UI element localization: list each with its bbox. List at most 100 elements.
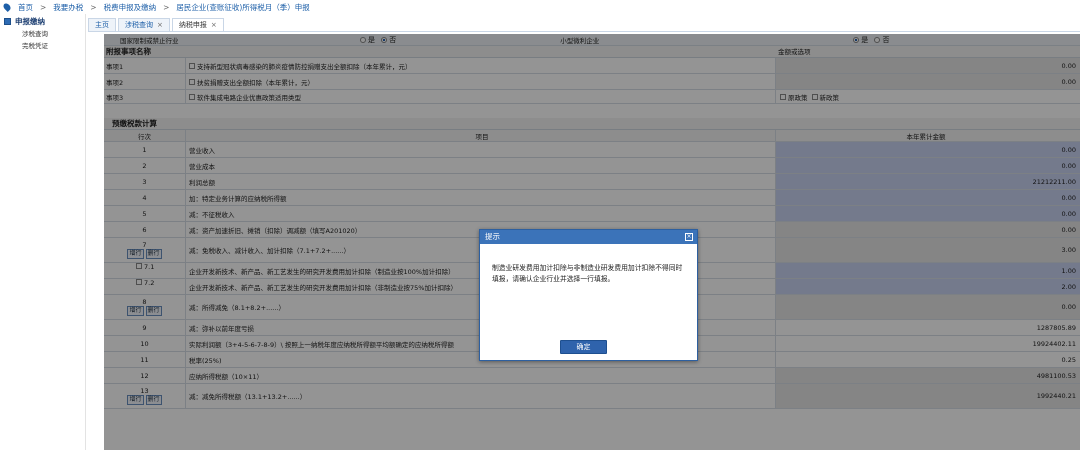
industry-row: 国家限制或禁止行业 是 否 小型微利企业 是 否 <box>104 34 1080 46</box>
amount-input[interactable]: 0.25 <box>776 352 1080 367</box>
checkbox[interactable] <box>189 78 195 85</box>
row-no-label: 12 <box>140 371 149 380</box>
breadcrumb-separator: > <box>163 2 170 12</box>
section-title: 附报事项名称 <box>106 47 151 56</box>
tab-label: 纳税申报 <box>178 21 207 29</box>
header-amount: 本年累计金额 <box>906 132 946 141</box>
breadcrumb-separator: > <box>40 2 47 12</box>
row-buttons: 增行 删行 <box>126 249 162 259</box>
amount-input[interactable]: 2.00 <box>776 279 1080 294</box>
row-no: 事项1 <box>104 58 186 73</box>
close-icon[interactable]: × <box>157 21 163 29</box>
amount-input[interactable]: 1.00 <box>776 263 1080 278</box>
radio-no-label: 否 <box>389 35 397 44</box>
delete-row-button[interactable]: 删行 <box>145 306 162 316</box>
sidebar-item-certificate[interactable]: 完税凭证 <box>0 40 85 52</box>
row-no: 7.1 <box>104 263 186 278</box>
delete-row-button[interactable]: 删行 <box>145 249 162 259</box>
row-no: 4 <box>104 190 186 205</box>
row-item: 利润总额 <box>186 174 776 189</box>
tab-bar: 主页 涉税查询 × 纳税申报 × <box>88 16 1080 32</box>
table-row: 12 应纳所得税额（10×11） 4981100.53 <box>104 368 1080 384</box>
section-attached-items: 附报事项名称 金额或选项 <box>104 46 1080 58</box>
delete-row-button[interactable]: 删行 <box>145 395 162 405</box>
amount-input[interactable]: 0.00 <box>776 158 1080 173</box>
amount-input[interactable]: 0.00 <box>776 74 1080 89</box>
row-no-label: 8 <box>142 298 147 306</box>
row-no: 事项3 <box>104 90 186 103</box>
checkbox[interactable] <box>136 263 142 269</box>
add-row-button[interactable]: 增行 <box>127 306 144 316</box>
row-no: 11 <box>104 352 186 367</box>
policy-options: 原政策 新政策 <box>776 90 1080 103</box>
row-item: 减：不征税收入 <box>186 206 776 221</box>
option-old-label: 原政策 <box>788 93 808 102</box>
row-no-label: 4 <box>142 193 147 202</box>
radio-no[interactable] <box>381 36 388 43</box>
row-no-label: 1 <box>142 145 147 154</box>
amount-input[interactable]: 0.00 <box>776 222 1080 237</box>
amount-input[interactable]: 0.00 <box>776 206 1080 221</box>
row-no-label: 10 <box>140 339 149 348</box>
amount-input[interactable]: 21212211.00 <box>776 174 1080 189</box>
checkbox-old-policy[interactable] <box>780 93 786 100</box>
row-item: 减：减免所得税额（13.1+13.2+......） <box>186 384 776 408</box>
section-prepaid-tax: 预缴税款计算 <box>104 118 1080 130</box>
radio-yes[interactable] <box>853 36 860 43</box>
tab-query[interactable]: 涉税查询 × <box>118 18 170 31</box>
restricted-industry-label: 国家限制或禁止行业 <box>120 36 179 45</box>
row-item: 应纳所得税额（10×11） <box>186 368 776 383</box>
table-row: 1 营业收入 0.00 <box>104 142 1080 158</box>
amount-input[interactable]: 0.00 <box>776 190 1080 205</box>
radio-yes-label: 是 <box>368 35 375 44</box>
amount-input[interactable]: 1992440.21 <box>776 384 1080 408</box>
breadcrumb-declare[interactable]: 税费申报及缴纳 <box>104 2 157 13</box>
amount-input[interactable]: 0.00 <box>776 142 1080 157</box>
close-icon[interactable]: × <box>685 233 693 241</box>
table-row: 事项2 扶贫捐赠支出全额扣除（本年累计，元） 0.00 <box>104 74 1080 90</box>
add-row-button[interactable]: 增行 <box>127 249 144 259</box>
tab-home[interactable]: 主页 <box>88 18 116 31</box>
amount-input[interactable]: 1287805.89 <box>776 320 1080 335</box>
header-item: 项目 <box>186 130 776 141</box>
breadcrumb-tax[interactable]: 我要办税 <box>53 2 83 13</box>
row-item-label: 支持新型冠状病毒感染的肺炎疫情防控捐赠支出全额扣除（本年累计，元） <box>197 62 412 71</box>
row-no-label: 2 <box>142 161 147 170</box>
tab-declare[interactable]: 纳税申报 × <box>171 18 224 31</box>
dialog-title: 提示 <box>485 232 500 241</box>
amount-input[interactable]: 4981100.53 <box>776 368 1080 383</box>
sidebar-header[interactable]: 申报缴纳 <box>0 14 85 28</box>
row-no-label: 6 <box>142 225 147 234</box>
confirm-button[interactable]: 确定 <box>560 340 607 354</box>
breadcrumb-current: 居民企业(查账征收)所得税月（季）申报 <box>176 2 310 12</box>
amount-input[interactable]: 3.00 <box>776 238 1080 262</box>
checkbox[interactable] <box>189 93 195 100</box>
row-no-label: 7.2 <box>144 279 155 287</box>
small-enterprise-label: 小型微利企业 <box>560 36 600 45</box>
close-icon[interactable]: × <box>211 21 217 29</box>
amount-input[interactable]: 0.00 <box>776 295 1080 319</box>
checkbox[interactable] <box>136 279 142 285</box>
radio-no[interactable] <box>874 36 881 43</box>
row-no: 7.2 <box>104 279 186 294</box>
row-buttons: 增行 删行 <box>126 306 162 316</box>
table-row: 4 加：特定业务计算的应纳税所得额 0.00 <box>104 190 1080 206</box>
row-no-label: 11 <box>140 355 149 364</box>
row-item: 营业成本 <box>186 158 776 173</box>
row-no-label: 3 <box>142 177 147 186</box>
checkbox-new-policy[interactable] <box>811 93 818 100</box>
row-no-label: 13 <box>140 387 149 395</box>
table-row: 5 减：不征税收入 0.00 <box>104 206 1080 222</box>
location-pin-icon <box>2 2 12 12</box>
sidebar-item-query[interactable]: 涉税查询 <box>0 28 85 40</box>
breadcrumb-separator: > <box>90 2 97 12</box>
table-row: 事项3 软件集成电路企业优惠政策适用类型 原政策 新政策 <box>104 90 1080 104</box>
breadcrumb-home[interactable]: 首页 <box>18 2 33 13</box>
radio-yes[interactable] <box>360 36 366 43</box>
amount-input[interactable]: 0.00 <box>776 58 1080 73</box>
add-row-button[interactable]: 增行 <box>127 395 144 405</box>
checkbox[interactable] <box>189 62 195 69</box>
grid-icon <box>4 17 11 25</box>
amount-input[interactable]: 19924402.11 <box>776 336 1080 351</box>
row-no-label: 5 <box>142 209 147 218</box>
